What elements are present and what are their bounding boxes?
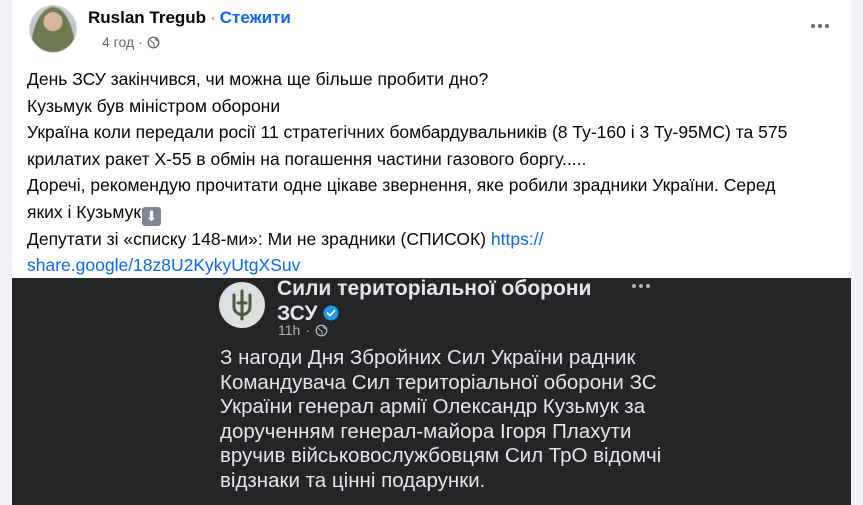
post-time[interactable]: 4 год (102, 34, 134, 50)
verified-badge-icon (323, 305, 339, 321)
shared-page-name: Сили територіальної оборони ЗСУ (277, 278, 597, 326)
shared-line: З нагоди Дня Збройних Сил України радник (220, 346, 636, 369)
post-line: Кузьмук був міністром оборони (27, 95, 281, 116)
post-meta: 4 год · (102, 34, 160, 50)
post-line: крилатих ракет Х-55 в обмін на погашення… (27, 148, 587, 169)
share-link[interactable]: share.google/18z8U2KykyUtgXSuv (27, 255, 300, 275)
post-line: Депутати зі «списку 148-ми»: Ми не зрадн… (27, 226, 842, 253)
shared-line: дорученням генерал-майора Ігоря Плахути (220, 419, 632, 443)
shared-line: Командувача Сил територіальної оборони З… (220, 370, 657, 394)
trident-icon (232, 289, 252, 321)
separator-dot: · (210, 8, 216, 27)
down-arrow-emoji: ⬇ (142, 206, 161, 226)
deputies-text: Депутати зі «списку 148-ми»: Ми не зрадн… (27, 228, 491, 249)
shared-line: вручив військовослужбовцям Сил ТрО відом… (220, 444, 662, 467)
post-text: День ЗСУ закінчився, чи можна ще більше … (27, 66, 842, 279)
separator-dot: · (305, 322, 310, 338)
globe-icon (315, 324, 328, 336)
author-avatar[interactable] (29, 5, 77, 53)
shared-more-icon (630, 284, 651, 288)
post-line: Україна коли передали росії 11 стратегіч… (27, 122, 788, 142)
page-name-line: Сили територіальної оборони (277, 278, 592, 300)
share-link[interactable]: https:// (491, 229, 544, 249)
shared-line: відзнаки та цінні подарунки. (220, 468, 486, 492)
post-line: яких і Кузьмук ⬇ (27, 199, 842, 226)
author-name[interactable]: Ruslan Tregub (88, 8, 206, 27)
more-options-icon[interactable] (805, 11, 835, 41)
post-line-text: яких і Кузьмук (27, 201, 141, 222)
shared-post-image[interactable]: Сили територіальної оборони ЗСУ 11h · З … (12, 278, 851, 505)
shared-line: України генерал армії Олександр Кузьмук … (220, 395, 646, 418)
page-avatar (219, 282, 265, 328)
post-card: Ruslan Tregub · Стежити 4 год · День ЗСУ з… (12, 0, 851, 505)
post-line: share.google/18z8U2KykyUtgXSuv (27, 252, 842, 279)
author-line: Ruslan Tregub · Стежити (88, 8, 291, 28)
shared-post-time: 11h (278, 322, 301, 338)
follow-button[interactable]: Стежити (220, 8, 291, 27)
shared-post-meta: 11h · (278, 322, 328, 338)
shared-post-text: З нагоди Дня Збройних Сил України радник… (220, 346, 670, 493)
separator-dot: · (138, 34, 143, 50)
post-header: Ruslan Tregub · Стежити 4 год · (26, 5, 837, 55)
post-line: День ЗСУ закінчився, чи можна ще більше … (27, 69, 489, 89)
post-line: Доречі, рекомендую прочитати одне цікаве… (27, 175, 776, 195)
globe-icon[interactable] (147, 36, 160, 49)
